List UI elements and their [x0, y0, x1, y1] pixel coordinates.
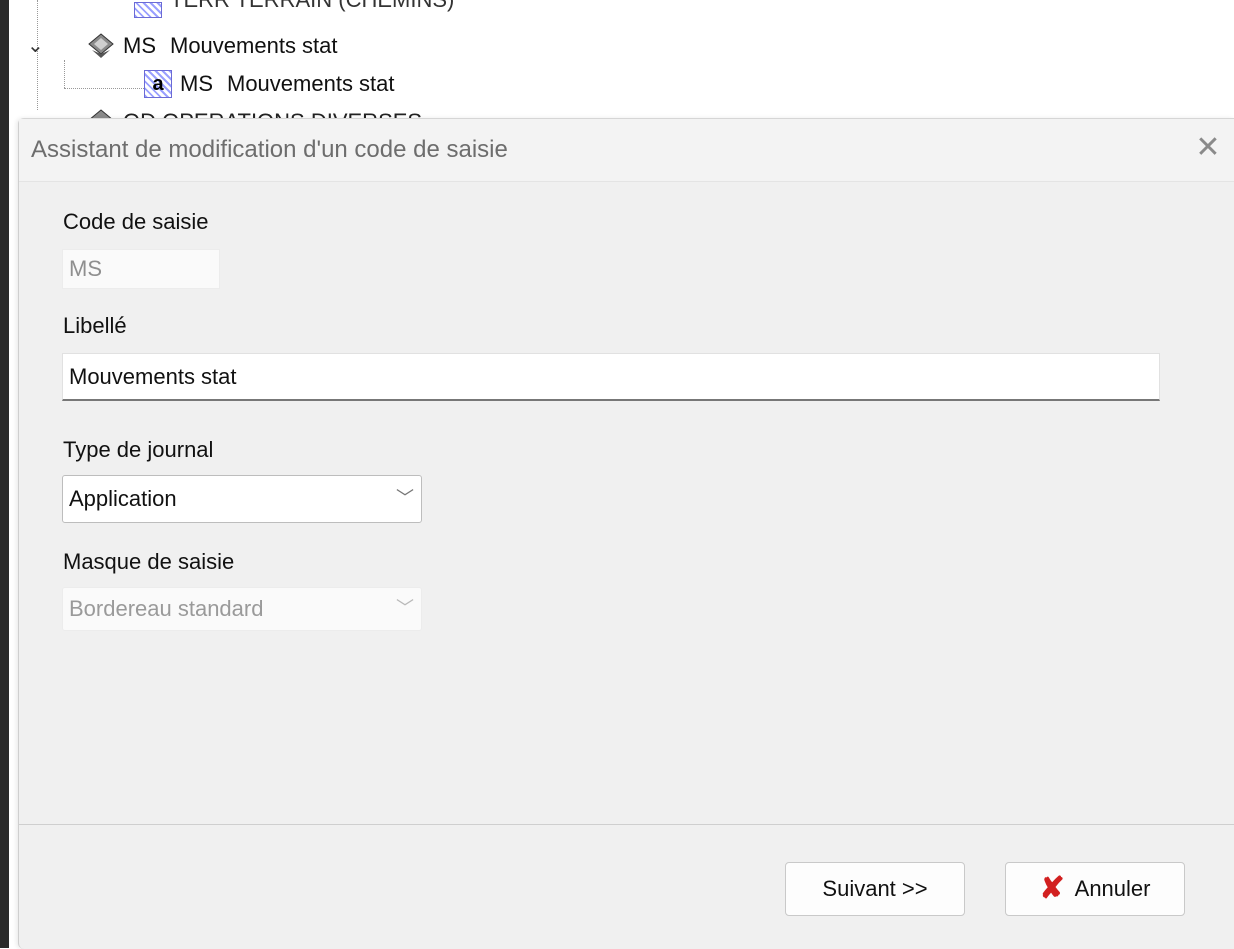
- code-de-saisie-field: MS: [62, 249, 220, 289]
- cancel-button-label: Annuler: [1074, 876, 1151, 901]
- modify-code-dialog: Assistant de modification d'un code de s…: [18, 118, 1234, 949]
- libelle-label: Libellé: [63, 313, 127, 338]
- tree-item-code: MS: [123, 33, 156, 58]
- code-icon: [134, 2, 162, 18]
- chevron-down-icon[interactable]: ⌄: [27, 33, 44, 58]
- close-icon: ✘: [1039, 872, 1065, 905]
- close-icon[interactable]: ✕: [1191, 131, 1225, 165]
- tree-line: [64, 60, 65, 88]
- masque-de-saisie-label: Masque de saisie: [63, 549, 235, 574]
- tree-item-partial-top[interactable]: TERR TERRAIN (CHEMINS): [134, 0, 454, 18]
- code-de-saisie-label: Code de saisie: [63, 209, 209, 234]
- masque-de-saisie-select: Bordereau standard ﹀: [62, 587, 422, 631]
- journal-tree: TERR TERRAIN (CHEMINS) ⌄ MS Mouvements s…: [9, 0, 1234, 120]
- type-de-journal-label: Type de journal: [63, 437, 214, 462]
- chevron-down-icon: ﹀: [396, 598, 414, 618]
- code-icon: a: [144, 70, 172, 98]
- tree-item-code: MS: [180, 71, 213, 96]
- next-button-label: Suivant >>: [822, 876, 928, 901]
- window-edge: [0, 0, 9, 948]
- tree-item-ms-code[interactable]: a MS Mouvements stat: [144, 66, 395, 102]
- type-de-journal-select[interactable]: Application ﹀: [62, 475, 422, 523]
- next-button[interactable]: Suivant >>: [785, 862, 965, 916]
- tree-item-ms-journal[interactable]: MS Mouvements stat: [87, 28, 338, 64]
- libelle-input[interactable]: Mouvements stat: [62, 353, 1160, 401]
- chevron-down-icon: ﹀: [396, 488, 414, 508]
- journal-icon: [88, 33, 114, 58]
- footer-divider: [19, 824, 1234, 825]
- type-de-journal-value: Application: [69, 486, 177, 511]
- dialog-title: Assistant de modification d'un code de s…: [31, 136, 508, 163]
- tree-item-label: Mouvements stat: [227, 71, 395, 96]
- dialog-titlebar: Assistant de modification d'un code de s…: [19, 119, 1234, 182]
- tree-item-label: TERR TERRAIN (CHEMINS): [170, 0, 454, 13]
- masque-de-saisie-value: Bordereau standard: [69, 596, 264, 621]
- cancel-button[interactable]: ✘ Annuler: [1005, 862, 1185, 916]
- tree-line: [64, 88, 144, 89]
- tree-item-label: Mouvements stat: [170, 33, 338, 58]
